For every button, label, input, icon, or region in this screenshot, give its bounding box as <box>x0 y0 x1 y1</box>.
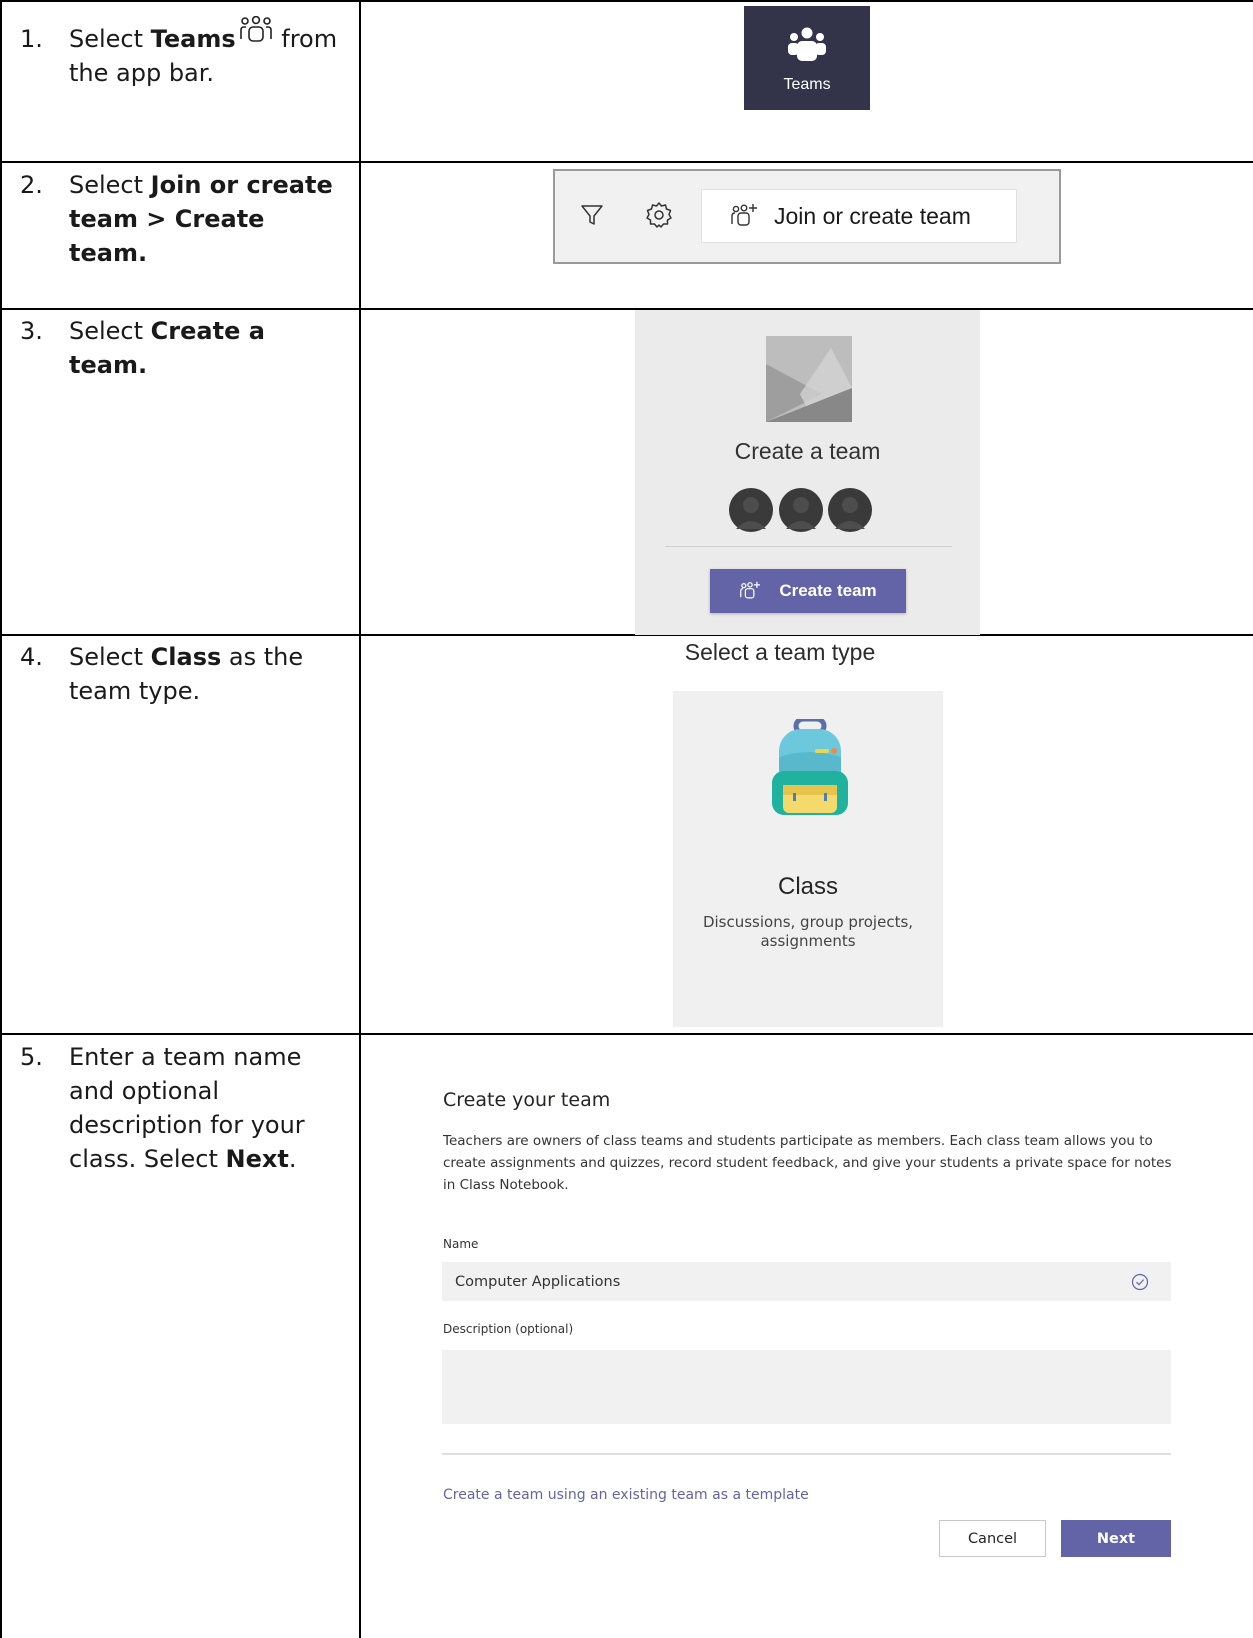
description-label: Description (optional) <box>443 1322 574 1336</box>
member-avatars <box>729 488 872 532</box>
step-text: Select Create a team. <box>69 317 265 379</box>
step-number: 2. <box>20 171 43 199</box>
row-divider-4 <box>0 1033 1253 1035</box>
row-divider-3 <box>0 634 1253 636</box>
join-or-create-team-label: Join or create team <box>774 202 971 229</box>
step-number: 1. <box>20 25 43 53</box>
next-button[interactable]: Next <box>1061 1520 1171 1557</box>
team-image-placeholder-icon <box>766 336 852 422</box>
class-option-description: Discussions, group projects, assignments <box>702 913 914 950</box>
step-number: 5. <box>20 1043 43 1071</box>
table-border-top <box>0 0 1253 2</box>
teams-label: Teams <box>783 76 831 93</box>
teams-icon <box>788 27 826 61</box>
add-people-icon <box>740 581 761 599</box>
step-text: Select Join or create team > Create team… <box>69 171 333 267</box>
check-circle-icon <box>1131 1273 1149 1291</box>
teams-app-bar-button[interactable]: Teams <box>744 6 870 110</box>
join-or-create-team-button[interactable]: Join or create team <box>701 189 1017 243</box>
step-number: 4. <box>20 643 43 671</box>
cancel-button[interactable]: Cancel <box>939 1520 1046 1557</box>
select-team-type-title: Select a team type <box>684 639 876 665</box>
filter-icon[interactable] <box>580 203 604 227</box>
step-text: Select Class as the team type. <box>69 643 304 705</box>
form-separator <box>442 1453 1171 1455</box>
teams-toolbar: Join or create team <box>553 169 1061 264</box>
gear-icon[interactable] <box>645 201 673 229</box>
table-column-divider <box>359 0 361 1638</box>
step-number: 3. <box>20 317 43 345</box>
create-team-label: Create team <box>779 581 877 600</box>
team-name-input[interactable]: Computer Applications <box>442 1262 1171 1301</box>
create-team-button[interactable]: Create team <box>710 569 906 613</box>
team-name-value: Computer Applications <box>455 1274 621 1290</box>
template-link[interactable]: Create a team using an existing team as … <box>443 1487 809 1503</box>
row-divider-2 <box>0 308 1253 310</box>
backpack-icon <box>772 719 848 815</box>
create-a-team-title: Create a team <box>734 438 881 464</box>
form-heading: Create your team <box>443 1089 611 1111</box>
card-divider <box>665 546 952 547</box>
table-border-left <box>0 0 2 1638</box>
name-label: Name <box>443 1237 479 1251</box>
description-input[interactable] <box>442 1350 1171 1424</box>
form-intro-text: Teachers are owners of class teams and s… <box>443 1133 1172 1193</box>
create-a-team-card[interactable]: Create a team Create team <box>635 310 980 635</box>
step-text: Select Teams from the app bar. <box>69 15 349 90</box>
step-text: Enter a team name and optional descripti… <box>69 1043 305 1173</box>
add-people-icon <box>731 204 757 226</box>
class-team-type-option[interactable]: Class Discussions, group projects, assig… <box>673 691 943 1027</box>
teams-icon <box>238 15 274 53</box>
row-divider-1 <box>0 161 1253 163</box>
class-option-name: Class <box>777 873 838 900</box>
